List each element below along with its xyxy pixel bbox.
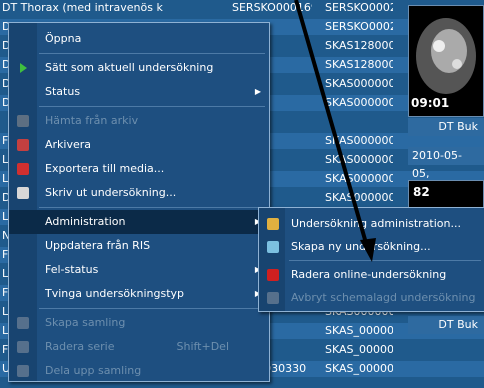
cursor-arrow [294,0,376,262]
